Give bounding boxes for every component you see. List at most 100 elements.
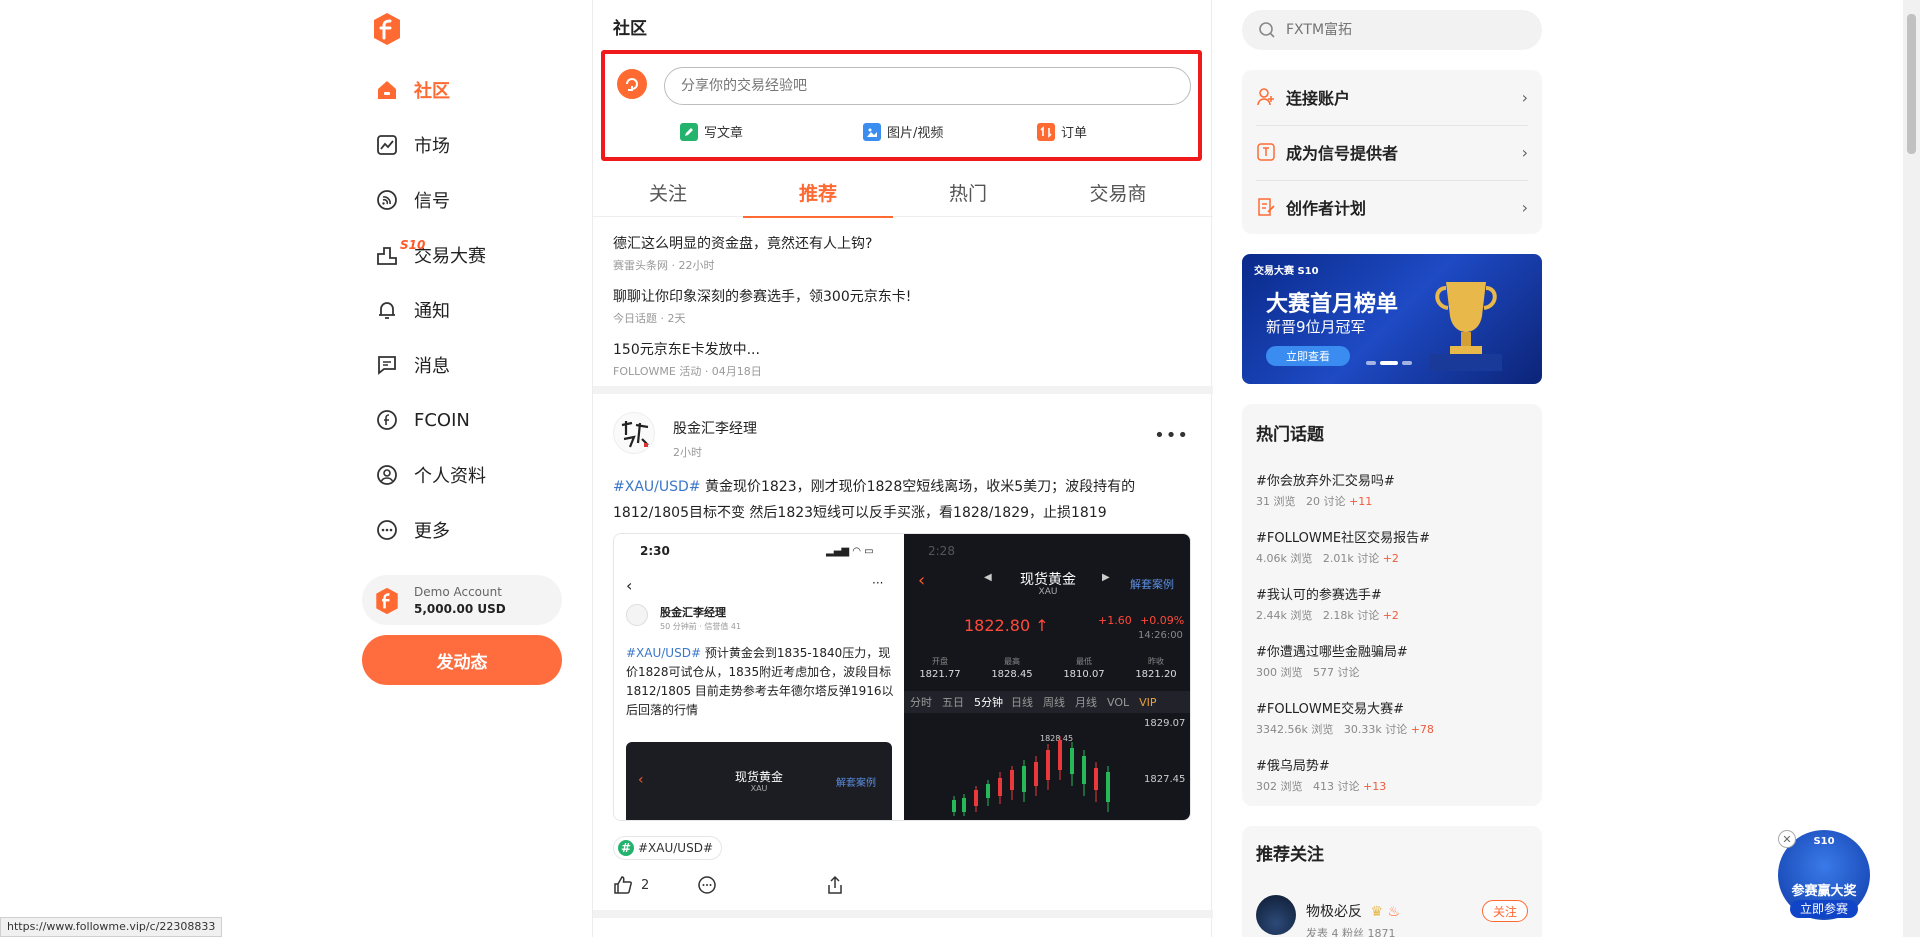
write-article-button[interactable]: 写文章 [680,122,743,141]
topic-title: #我认可的参赛选手# [1256,588,1382,603]
composer-input[interactable] [664,67,1191,105]
news-meta: 今日话题 · 2天 [613,312,686,325]
right-sidebar: 连接账户 › 成为信号提供者 › 创作者计划 › 交易大赛 S10 大赛首月榜单… [1242,0,1542,937]
topic-item[interactable]: #你遭遇过哪些金融骗局# 300 浏览 577 讨论 [1256,641,1528,680]
sidebar-item-label: 市场 [414,136,450,157]
tab-brokers[interactable]: 交易商 [1043,167,1193,217]
follow-button[interactable]: 关注 [1482,900,1528,922]
topic-item[interactable]: #我认可的参赛选手# 2.44k 浏览 2.18k 讨论 +2 [1256,584,1528,623]
sidebar-item-more[interactable]: 更多 [374,510,554,550]
sidebar-item-profile[interactable]: 个人资料 [374,455,554,495]
price-level: 1827.45 [1144,774,1186,785]
news-item[interactable]: 德汇这么明显的资金盘，竟然还有人上钩? 赛雷头条网 · 22小时 [613,233,1193,273]
topic-item[interactable]: #俄乌局势# 302 浏览 413 讨论 +13 [1256,755,1528,794]
quote-price: 1822.80 ↑ [964,616,1049,635]
stat: 昨收 1821.20 [1120,656,1190,680]
tab-recommended[interactable]: 推荐 [743,167,893,218]
mini-meta: 50 分钟前 · 信誉值 41 [660,622,742,631]
recommend-avatar[interactable] [1256,895,1296,935]
post-tag-chip[interactable]: # #XAU/USD# [613,836,723,860]
topic-title: #俄乌局势# [1256,759,1330,774]
sidebar-item-market[interactable]: 市场 [374,125,554,165]
creator-program-link[interactable]: 创作者计划 › [1242,180,1542,234]
image-video-button[interactable]: 图片/视频 [863,122,943,141]
main-feed: 社区 写文章 图片/视频 订单 [592,0,1213,937]
phone-time: 2:28 [928,544,955,558]
close-icon[interactable]: ✕ [1778,830,1796,848]
float-join-button[interactable]: 立即参赛 [1790,900,1858,918]
period-tab: 分时 [910,696,932,709]
stat-label: 最低 [1076,657,1092,666]
post-image[interactable]: 2:30 ▂▄▆ ◠ ▭ ‹ ··· 股金汇李经理 50 分钟前 · 信誉值 4… [613,533,1191,821]
post-body: #XAU/USD# 黄金现价1823，刚才现价1828空短线离场，收米5美刀；波… [613,474,1188,526]
stat-label: 开盘 [932,657,948,666]
banner-subtitle: 新晋9位月冠军 [1266,318,1366,336]
composer-avatar [617,69,647,99]
recommend-meta: 发表 4 粉丝 1871 [1306,927,1396,937]
screenshot-left: 2:30 ▂▄▆ ◠ ▭ ‹ ··· 股金汇李经理 50 分钟前 · 信誉值 4… [614,534,904,820]
contest-float-widget[interactable]: S10 参赛赢大奖 立即参赛 ✕ [1778,830,1870,920]
news-meta: 赛雷头条网 · 22小时 [613,259,715,272]
image-video-label: 图片/视频 [887,126,944,141]
post-hashtag[interactable]: #XAU/USD# [613,479,701,495]
topic-discuss: 2.01k 讨论 [1322,552,1380,565]
scrollbar-thumb[interactable] [1907,14,1916,154]
sidebar-item-messages[interactable]: 消息 [374,345,554,385]
user-icon [374,462,400,488]
more-options-icon[interactable]: ••• [1154,425,1189,446]
topic-item[interactable]: #FOLLOWME社区交易报告# 4.06k 浏览 2.01k 讨论 +2 [1256,527,1528,566]
contest-icon: S10 [374,238,425,268]
sidebar-item-community[interactable]: 社区 [374,70,554,110]
section-divider [593,910,1213,918]
recommend-name-text: 物极必反 [1306,904,1362,920]
share-button[interactable] [825,875,845,895]
order-label: 订单 [1061,126,1088,141]
scrollbar[interactable] [1903,0,1920,937]
signal-provider-icon [1257,143,1275,161]
demo-account-card[interactable]: Demo Account 5,000.00 USD [362,575,562,625]
quote-pct: +0.09% [1140,614,1185,627]
news-title: 聊聊让你印象深刻的参赛选手，领300元京东卡! [613,289,912,305]
recommend-name[interactable]: 物极必反 ♛ ♨ [1306,901,1400,921]
recommend-title: 推荐关注 [1256,845,1324,865]
stat-value: 1821.20 [1135,669,1177,680]
topic-title: #FOLLOWME交易大赛# [1256,702,1405,717]
become-signal-provider-link[interactable]: 成为信号提供者 › [1242,125,1542,179]
hot-topics-title: 热门话题 [1256,425,1324,445]
post-author-name[interactable]: 股金汇李经理 [673,418,757,438]
topic-discuss: 577 讨论 [1313,666,1360,679]
topic-discuss: 30.33k 讨论 [1343,723,1408,736]
sidebar-item-notifications[interactable]: 通知 [374,290,554,330]
banner-view-button[interactable]: 立即查看 [1266,346,1350,366]
bell-icon [374,297,400,323]
topic-up: +2 [1382,609,1399,622]
tab-hot[interactable]: 热门 [893,167,1043,217]
status-url: https://www.followme.vip/c/22308833 [0,917,223,937]
banner-dots [1366,361,1412,365]
s10-badge: S10 [400,238,426,252]
sidebar-item-contest[interactable]: S10 交易大赛 [374,235,554,275]
followme-logo-icon[interactable] [372,12,402,46]
sidebar-item-fcoin[interactable]: FCOIN [374,400,554,440]
order-button[interactable]: 订单 [1037,122,1087,141]
like-button[interactable]: 2 [613,875,649,895]
sidebar-item-signal[interactable]: 信号 [374,180,554,220]
news-item[interactable]: 聊聊让你印象深刻的参赛选手，领300元京东卡! 今日话题 · 2天 [613,286,1193,326]
connect-account-link[interactable]: 连接账户 › [1242,70,1542,124]
tab-following[interactable]: 关注 [593,167,743,217]
post-status-button[interactable]: 发动态 [362,635,562,685]
demo-account-label: Demo Account [414,584,502,599]
period-tab: VIP [1139,695,1157,709]
contest-banner[interactable]: 交易大赛 S10 大赛首月榜单 新晋9位月冠军 立即查看 [1242,254,1542,384]
creator-icon [1258,198,1275,216]
post-tag-label: #XAU/USD# [638,841,714,855]
search-input[interactable] [1286,22,1516,38]
next-icon: ▶ [1102,572,1110,583]
topic-item[interactable]: #FOLLOWME交易大赛# 3342.56k 浏览 30.33k 讨论 +78 [1256,698,1528,737]
comment-button[interactable] [697,875,717,895]
news-item[interactable]: 150元京东E卡发放中... FOLLOWME 活动 · 04月18日 [613,339,1193,379]
topic-item[interactable]: #你会放弃外汇交易吗# 31 浏览 20 讨论 +11 [1256,470,1528,509]
author-avatar[interactable] [613,412,655,454]
account-logo-icon [374,587,400,615]
sidebar-item-label: 社区 [414,81,450,102]
